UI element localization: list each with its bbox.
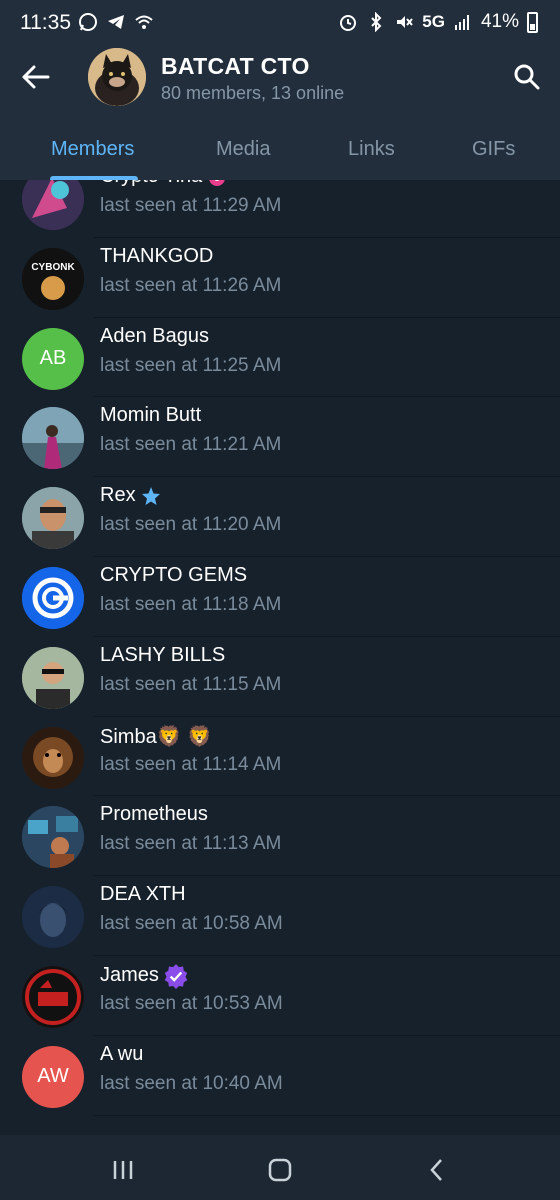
tab-links[interactable]: Links	[348, 138, 395, 161]
wifi-icon	[135, 15, 153, 29]
member-last-seen: last seen at 11:26 AM	[100, 274, 282, 296]
network-type: 5G	[422, 12, 445, 31]
member-row[interactable]: Crypto Tina last seen at 11:29 AM	[0, 180, 560, 238]
nav-back-icon[interactable]	[422, 1155, 452, 1185]
member-name: James	[100, 963, 189, 989]
star-icon	[141, 486, 160, 505]
member-last-seen: last seen at 11:13 AM	[100, 833, 282, 855]
member-last-seen: last seen at 10:40 AM	[100, 1072, 283, 1094]
alarm-icon	[340, 15, 357, 31]
telegram-icon	[108, 15, 124, 29]
member-avatar: AW	[22, 1045, 84, 1108]
member-name: Momin Butt	[100, 404, 202, 427]
tab-bar: Members Media Links GIFs	[0, 134, 560, 180]
member-avatar	[22, 646, 84, 709]
signal-icon	[454, 15, 469, 30]
member-avatar	[22, 965, 84, 1028]
member-last-seen: last seen at 11:14 AM	[100, 753, 282, 775]
member-last-seen: last seen at 11:20 AM	[100, 514, 282, 536]
member-last-seen: last seen at 11:25 AM	[100, 354, 282, 376]
system-nav-bar	[0, 1135, 560, 1200]
member-avatar	[22, 806, 84, 869]
batcat-avatar-icon	[88, 48, 146, 106]
group-avatar[interactable]	[88, 48, 146, 106]
member-avatar: AB	[22, 327, 84, 390]
status-left-icons	[78, 12, 154, 32]
chat-header: BATCAT CTO 80 members, 13 online Members…	[0, 48, 560, 180]
member-name: THANKGOD	[100, 244, 214, 267]
status-bar: 11:35 5G 41%	[0, 0, 560, 48]
status-time: 11:35	[20, 11, 71, 34]
member-name-text: Rex	[100, 484, 136, 507]
battery-percent: 41%	[480, 11, 519, 32]
member-row[interactable]: DEA XTH last seen at 10:58 AM	[0, 876, 560, 956]
member-name-text: James	[100, 964, 159, 987]
member-row[interactable]: Rex last seen at 11:20 AM	[0, 477, 560, 557]
member-avatar	[22, 407, 84, 470]
emoji-status-icon	[209, 180, 225, 186]
member-row[interactable]: Simba🦁 🦁 last seen at 11:14 AM	[0, 717, 560, 797]
member-name-text: Crypto Tina	[100, 180, 202, 188]
group-title: BATCAT CTO	[161, 53, 310, 79]
tab-members[interactable]: Members	[51, 138, 134, 161]
member-avatar	[22, 180, 84, 230]
member-last-seen: last seen at 10:58 AM	[100, 913, 283, 935]
member-row[interactable]: Momin Butt last seen at 11:21 AM	[0, 397, 560, 478]
member-avatar	[22, 487, 84, 550]
member-last-seen: last seen at 11:15 AM	[100, 673, 282, 695]
member-row[interactable]: LASHY BILLS last seen at 11:15 AM	[0, 637, 560, 717]
member-avatar	[22, 726, 84, 789]
member-name: Crypto Tina	[100, 180, 228, 188]
member-last-seen: last seen at 11:21 AM	[100, 434, 282, 456]
member-row[interactable]: Prometheus last seen at 11:13 AM	[0, 796, 560, 877]
mute-icon	[397, 16, 414, 28]
member-avatar	[22, 886, 84, 949]
member-name: CRYPTO GEMS	[100, 563, 248, 586]
avatar-initials: AW	[37, 1065, 69, 1088]
group-member-count: 80 members, 13 online	[161, 83, 345, 103]
member-list[interactable]: Crypto Tina last seen at 11:29 AM CYBONK…	[0, 180, 560, 1135]
member-last-seen: last seen at 10:53 AM	[100, 992, 283, 1014]
search-icon[interactable]	[512, 62, 542, 92]
status-right-icons: 5G 41%	[338, 11, 538, 33]
back-arrow-icon[interactable]	[18, 62, 58, 92]
member-row[interactable]: CRYPTO GEMS last seen at 11:18 AM	[0, 557, 560, 637]
member-name: DEA XTH	[100, 883, 186, 906]
recent-apps-icon[interactable]	[108, 1155, 138, 1185]
svg-text:CYBONK: CYBONK	[31, 262, 75, 273]
member-name: A wu	[100, 1042, 144, 1065]
member-row[interactable]: AB Aden Bagus last seen at 11:25 AM	[0, 318, 560, 398]
battery-icon	[527, 11, 538, 33]
member-name: Aden Bagus	[100, 324, 209, 347]
tab-media[interactable]: Media	[216, 138, 270, 161]
whatsapp-icon	[79, 13, 97, 31]
member-row[interactable]: CYBONK THANKGOD last seen at 11:26 AM	[0, 238, 560, 318]
member-name: LASHY BILLS	[100, 643, 226, 666]
member-name: Prometheus	[100, 803, 208, 826]
member-avatar	[22, 566, 84, 629]
member-row[interactable]: AW A wu last seen at 10:40 AM	[0, 1036, 560, 1116]
tab-gifs[interactable]: GIFs	[472, 138, 515, 161]
bluetooth-icon	[371, 12, 382, 32]
avatar-initials: AB	[39, 347, 67, 370]
row-divider	[94, 1114, 560, 1116]
verified-icon	[164, 964, 188, 989]
home-icon[interactable]	[265, 1155, 295, 1185]
member-name: Rex	[100, 484, 162, 507]
member-avatar: CYBONK	[22, 247, 84, 310]
member-name: Simba🦁 🦁	[100, 725, 213, 748]
member-row[interactable]: James last seen at 10:53 AM	[0, 956, 560, 1036]
member-last-seen: last seen at 11:29 AM	[100, 195, 282, 216]
member-last-seen: last seen at 11:18 AM	[100, 593, 282, 615]
